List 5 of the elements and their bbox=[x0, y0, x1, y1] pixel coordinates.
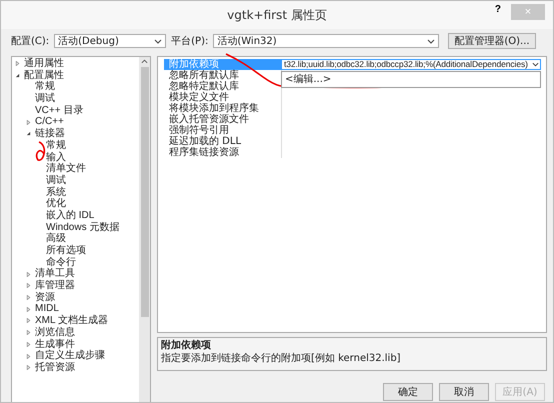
description-text: 指定要添加到链接命令行的附加项[例如 kernel32.lib] bbox=[161, 352, 402, 365]
platform-label: 平台(P): bbox=[171, 34, 208, 48]
config-label: 配置(C): bbox=[11, 34, 50, 48]
window-title: vgtk+first 属性页 bbox=[227, 6, 327, 24]
description-title: 附加依赖项 bbox=[161, 340, 212, 352]
